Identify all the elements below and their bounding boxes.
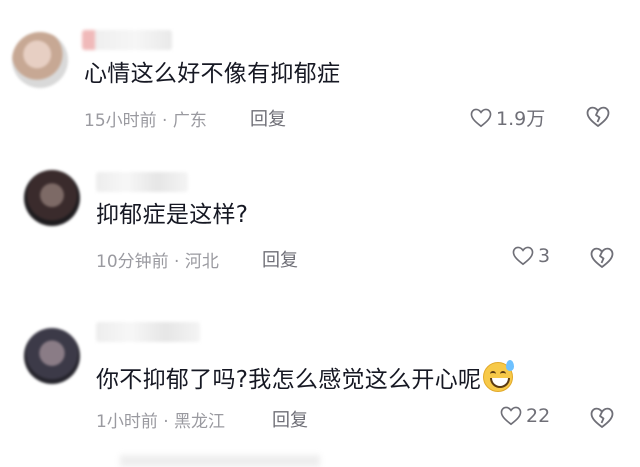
comment-meta: 10分钟前 · 河北 xyxy=(96,252,219,272)
comment-text: 心情这么好不像有抑郁症 xyxy=(84,61,341,87)
comment-meta: 1小时前 · 黑龙江 xyxy=(96,412,226,432)
comment-item: 你不抑郁了吗?我怎么感觉这么开心呢 1小时前 · 黑龙江 回复 22 xyxy=(0,300,640,450)
heart-outline-icon xyxy=(512,246,534,266)
grinning-sweat-emoji xyxy=(483,360,515,392)
like-button[interactable]: 1.9万 xyxy=(470,104,545,131)
comment-meta: 15小时前 · 广东 xyxy=(84,111,207,131)
like-button[interactable]: 22 xyxy=(500,405,550,427)
reply-button[interactable]: 回复 xyxy=(262,246,298,272)
heart-outline-icon xyxy=(500,406,522,426)
avatar[interactable] xyxy=(24,170,80,226)
username-blurred[interactable] xyxy=(96,172,188,192)
heart-outline-icon xyxy=(470,108,492,127)
comment-text: 抑郁症是这样? xyxy=(96,202,249,228)
like-count: 3 xyxy=(538,245,551,267)
avatar[interactable] xyxy=(12,32,68,88)
reply-button[interactable]: 回复 xyxy=(250,105,286,131)
like-count: 1.9万 xyxy=(496,108,546,130)
like-count: 22 xyxy=(526,405,551,427)
comment-item: 心情这么好不像有抑郁症 15小时前 · 广东 回复 1.9万 xyxy=(0,0,640,150)
broken-heart-icon[interactable] xyxy=(590,247,614,269)
comment-text: 你不抑郁了吗?我怎么感觉这么开心呢 xyxy=(96,360,515,395)
comment-item: 抑郁症是这样? 10分钟前 · 河北 回复 3 xyxy=(0,150,640,300)
broken-heart-icon[interactable] xyxy=(586,106,610,128)
broken-heart-icon[interactable] xyxy=(590,407,614,429)
username-blurred[interactable] xyxy=(96,322,200,342)
reply-button[interactable]: 回复 xyxy=(272,406,308,432)
avatar[interactable] xyxy=(24,328,80,384)
like-button[interactable]: 3 xyxy=(512,245,550,267)
username-blurred[interactable] xyxy=(82,30,172,50)
next-comment-preview xyxy=(120,455,320,467)
comment-text-content: 你不抑郁了吗?我怎么感觉这么开心呢 xyxy=(96,367,482,393)
